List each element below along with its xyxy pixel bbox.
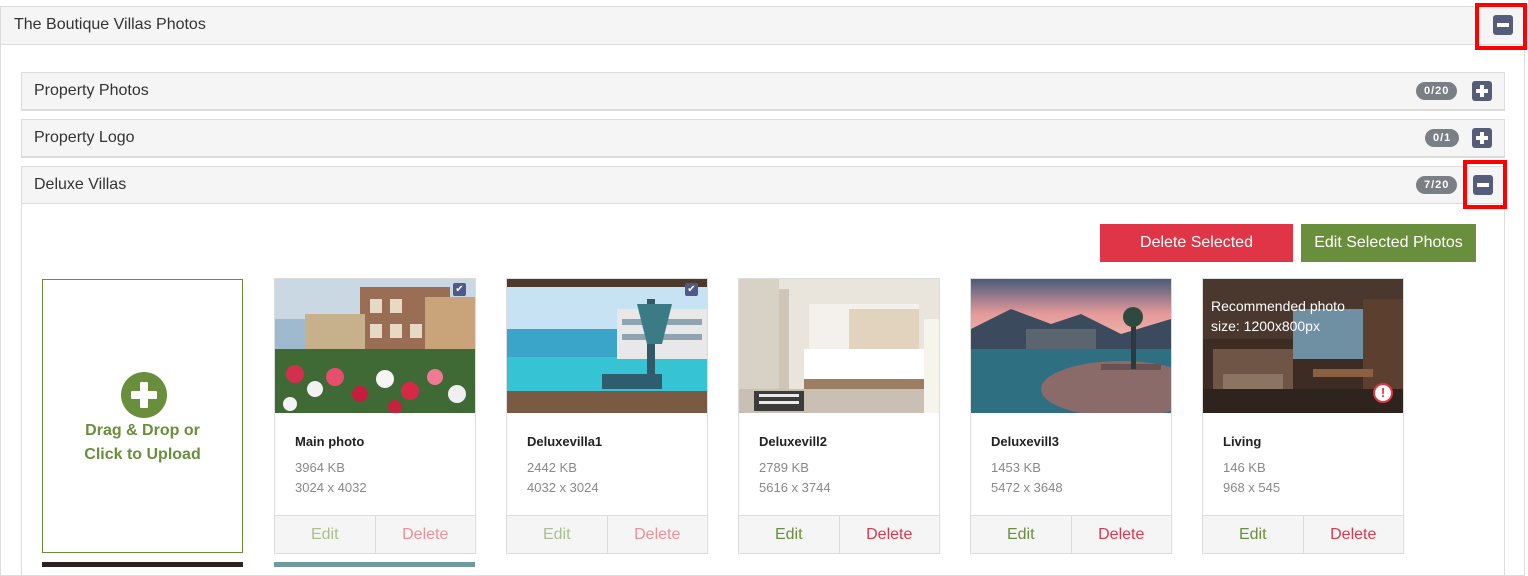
check-icon[interactable]: ✔ — [453, 283, 466, 296]
edit-selected-photos-button[interactable]: Edit Selected Photos — [1301, 224, 1476, 262]
delete-photo-button[interactable]: Delete — [840, 516, 940, 553]
edit-photo-button[interactable]: Edit — [1203, 516, 1304, 553]
expand-property-photos-button[interactable] — [1472, 81, 1492, 101]
outer-panel-header[interactable]: The Boutique Villas Photos — [1, 7, 1524, 45]
photo-dimensions: 5616 x 3744 — [759, 480, 831, 495]
photo-thumbnail[interactable] — [971, 279, 1171, 413]
photo-name: Deluxevill2 — [759, 434, 827, 449]
expand-property-logo-button[interactable] — [1472, 128, 1492, 148]
photo-thumbnail[interactable]: Recommended photo size: 1200x800px ! — [1203, 279, 1403, 413]
warning-icon[interactable]: ! — [1373, 383, 1393, 403]
photo-count-badge: 0/1 — [1425, 129, 1460, 147]
photo-name: Deluxevilla1 — [527, 434, 603, 449]
photo-actions: Edit Delete — [1203, 515, 1403, 553]
minus-icon — [1477, 183, 1489, 187]
photo-card: Deluxevill2 2789 KB 5616 x 3744 Edit Del… — [738, 278, 940, 554]
section-header-property-photos[interactable]: Property Photos 0/20 — [22, 73, 1504, 110]
photo-name: Main photo — [295, 434, 365, 449]
edit-photo-button[interactable]: Edit — [507, 516, 608, 553]
photo-thumbnail[interactable]: ✔ — [275, 279, 475, 413]
photo-actions: Edit Delete — [971, 515, 1171, 553]
delete-photo-button[interactable]: Delete — [1304, 516, 1404, 553]
delete-photo-button[interactable]: Delete — [376, 516, 476, 553]
photo-thumbnail[interactable] — [739, 279, 939, 413]
outer-collapse-button[interactable] — [1493, 15, 1513, 35]
upload-label: Drag & Drop or Click to Upload — [84, 422, 201, 463]
section-title: Deluxe Villas — [34, 176, 127, 193]
photo-size: 2442 KB — [527, 460, 577, 475]
photo-dimensions: 4032 x 3024 — [527, 480, 599, 495]
minus-icon — [1497, 23, 1509, 27]
photo-size: 3964 KB — [295, 460, 345, 475]
photo-actions: Edit Delete — [275, 515, 475, 553]
section-header-property-logo[interactable]: Property Logo 0/1 — [22, 120, 1504, 157]
section-title: Property Photos — [34, 82, 149, 99]
section-title: Property Logo — [34, 129, 135, 146]
photo-count-badge: 0/20 — [1416, 82, 1458, 100]
photo-dimensions: 5472 x 3648 — [991, 480, 1063, 495]
photo-name: Living — [1223, 434, 1262, 449]
photo-actions: Edit Delete — [739, 515, 939, 553]
delete-photo-button[interactable]: Delete — [608, 516, 708, 553]
photo-card: Recommended photo size: 1200x800px ! Liv… — [1202, 278, 1404, 554]
edit-photo-button[interactable]: Edit — [739, 516, 840, 553]
plus-circle-icon — [121, 372, 167, 418]
photo-size: 2789 KB — [759, 460, 809, 475]
photo-name: Deluxevill3 — [991, 434, 1059, 449]
photo-thumbnail[interactable]: ✔ — [507, 279, 707, 413]
section-property-photos: Property Photos 0/20 — [21, 72, 1505, 111]
photo-card: Deluxevill3 1453 KB 5472 x 3648 Edit Del… — [970, 278, 1172, 554]
photo-count-badge: 7/20 — [1416, 176, 1458, 194]
photo-dimensions: 968 x 545 — [1223, 480, 1281, 495]
photo-card: ✔ Main photo 3964 KB 3024 x 4032 Edit De… — [274, 278, 476, 554]
delete-photo-button[interactable]: Delete — [1072, 516, 1172, 553]
outer-panel-title: The Boutique Villas Photos — [14, 16, 206, 33]
photo-card: ✔ Deluxevilla1 2442 KB 4032 x 3024 Edit … — [506, 278, 708, 554]
recommended-size-note: Recommended photo size: 1200x800px — [1211, 298, 1345, 334]
delete-selected-photos-button[interactable]: Delete Selected Photos — [1100, 224, 1293, 289]
photo-card-peek — [42, 562, 243, 567]
upload-dropzone[interactable]: Drag & Drop or Click to Upload — [42, 279, 243, 553]
photo-size: 146 KB — [1223, 460, 1266, 475]
check-icon[interactable]: ✔ — [685, 283, 698, 296]
photo-dimensions: 3024 x 4032 — [295, 480, 367, 495]
edit-photo-button[interactable]: Edit — [971, 516, 1072, 553]
collapse-deluxe-villas-button[interactable] — [1473, 175, 1493, 195]
edit-photo-button[interactable]: Edit — [275, 516, 376, 553]
photo-actions: Edit Delete — [507, 515, 707, 553]
section-property-logo: Property Logo 0/1 — [21, 119, 1505, 158]
section-header-deluxe-villas[interactable]: Deluxe Villas 7/20 — [22, 167, 1504, 204]
photo-card-peek — [274, 562, 475, 567]
photo-size: 1453 KB — [991, 460, 1041, 475]
